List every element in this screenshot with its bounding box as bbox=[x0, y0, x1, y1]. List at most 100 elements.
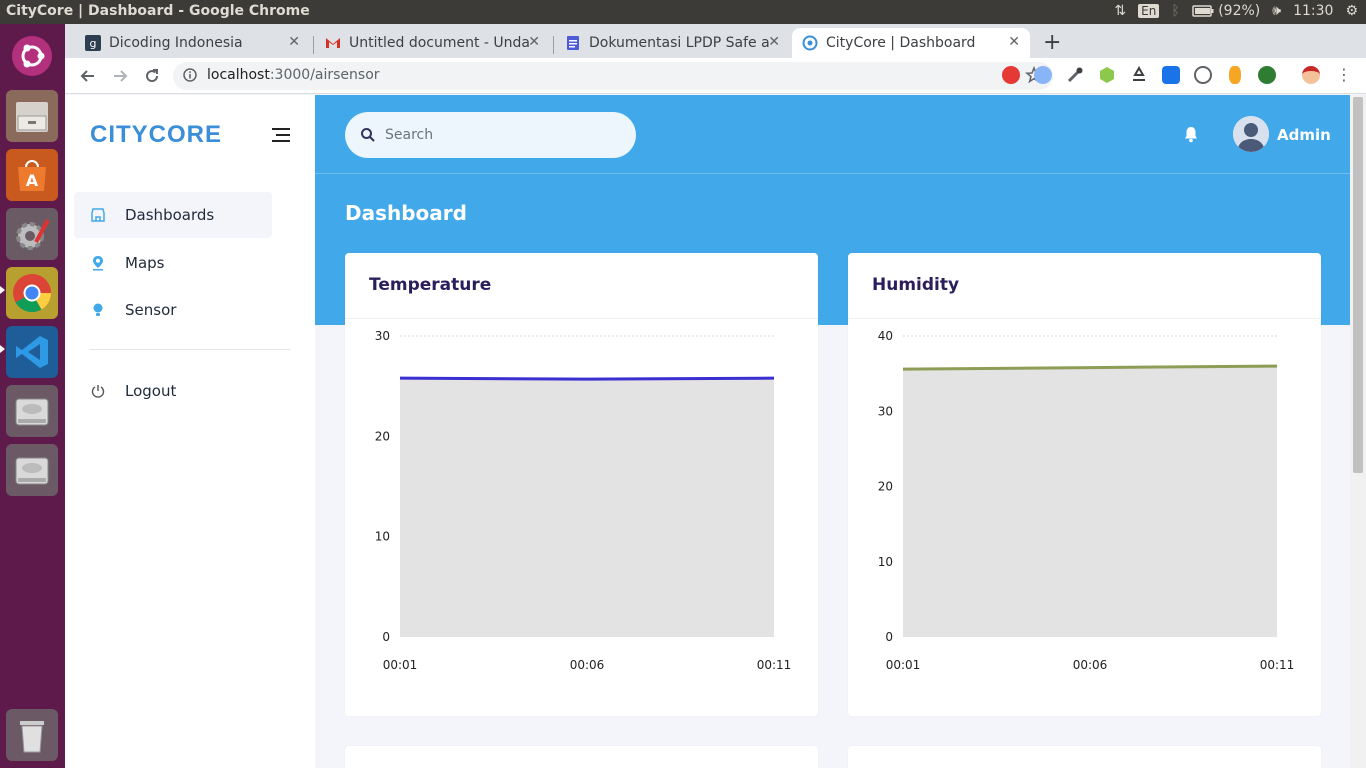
tab-citycore[interactable]: CityCore | Dashboard ✕ bbox=[792, 28, 1030, 58]
extension-icon[interactable] bbox=[1258, 66, 1276, 84]
chrome-icon[interactable] bbox=[6, 267, 58, 319]
extension-icon[interactable] bbox=[1002, 66, 1020, 84]
drive-icon[interactable] bbox=[6, 444, 58, 496]
x-tick-label: 00:01 bbox=[886, 658, 921, 672]
battery-indicator[interactable]: (92%) bbox=[1192, 3, 1260, 19]
bell-icon[interactable] bbox=[1183, 126, 1199, 147]
hamburger-menu-icon[interactable] bbox=[272, 128, 290, 146]
url-path: :3000/airsensor bbox=[269, 67, 380, 83]
tab-label: Dicoding Indonesia bbox=[109, 35, 243, 51]
eyedropper-icon[interactable] bbox=[1066, 66, 1084, 84]
y-tick-label: 30 bbox=[375, 329, 390, 343]
sidebar-item-maps[interactable]: Maps bbox=[74, 240, 272, 286]
url-text: localhost:3000/airsensor bbox=[207, 67, 380, 83]
recycle-icon[interactable] bbox=[1130, 65, 1148, 84]
back-icon[interactable] bbox=[77, 65, 99, 87]
running-indicator bbox=[0, 345, 5, 353]
reload-icon[interactable] bbox=[141, 65, 163, 87]
web-page: CITYCORE Dashboards Maps Sensor Logout S… bbox=[65, 95, 1350, 768]
system-settings-icon[interactable] bbox=[6, 208, 58, 260]
bluetooth-icon[interactable]: ᛒ bbox=[1171, 3, 1179, 19]
card-title: Temperature bbox=[369, 275, 492, 295]
forward-icon[interactable] bbox=[109, 65, 131, 87]
page-title: Dashboard bbox=[345, 201, 467, 225]
series-area bbox=[400, 378, 774, 637]
search-input[interactable] bbox=[385, 124, 615, 146]
series-area bbox=[903, 366, 1277, 637]
sidebar-item-dashboards[interactable]: Dashboards bbox=[74, 192, 272, 238]
svg-text:g: g bbox=[90, 37, 97, 50]
extension-icon[interactable] bbox=[1034, 66, 1052, 84]
info-icon[interactable] bbox=[183, 68, 197, 86]
y-tick-label: 0 bbox=[382, 630, 390, 644]
tab-docs[interactable]: Dokumentasi LPDP Safe a ✕ bbox=[555, 28, 790, 58]
card-partial bbox=[345, 746, 818, 768]
temperature-card: Temperature 0 10 20 30 00:01 00:06 00:11 bbox=[345, 253, 818, 716]
browser-tabstrip: g Dicoding Indonesia ✕ Untitled document… bbox=[65, 24, 1366, 58]
system-tray: ⇅ En ᛒ (92%) 🕪 11:30 ⚙ bbox=[1114, 3, 1358, 19]
sidebar-item-label: Maps bbox=[125, 254, 165, 272]
avatar[interactable] bbox=[1233, 116, 1269, 152]
vscode-icon[interactable] bbox=[6, 326, 58, 378]
card-title: Humidity bbox=[872, 275, 960, 295]
user-icon bbox=[1233, 116, 1269, 152]
chat-icon[interactable] bbox=[1194, 66, 1212, 84]
extension-icon[interactable] bbox=[1162, 66, 1180, 84]
sidebar: CITYCORE Dashboards Maps Sensor Logout bbox=[65, 95, 315, 768]
y-tick-label: 10 bbox=[375, 530, 390, 544]
window-title: CityCore | Dashboard - Google Chrome bbox=[6, 3, 310, 19]
y-tick-label: 20 bbox=[878, 480, 893, 494]
logout-label: Logout bbox=[125, 382, 177, 400]
extension-icon[interactable] bbox=[1229, 66, 1241, 84]
volume-icon[interactable]: 🕪 bbox=[1272, 3, 1281, 19]
y-tick-label: 30 bbox=[878, 404, 893, 418]
settings-gear-icon[interactable]: ⚙ bbox=[1345, 3, 1358, 19]
browser-toolbar: localhost:3000/airsensor ⋮ bbox=[65, 58, 1366, 94]
close-icon[interactable]: ✕ bbox=[768, 34, 780, 50]
page-scrollbar[interactable] bbox=[1350, 95, 1366, 768]
close-icon[interactable]: ✕ bbox=[288, 34, 300, 50]
tab-dicoding[interactable]: g Dicoding Indonesia ✕ bbox=[75, 28, 310, 58]
ubuntu-dash-icon[interactable] bbox=[6, 30, 58, 82]
x-tick-label: 00:01 bbox=[383, 658, 418, 672]
docs-icon bbox=[565, 35, 581, 51]
url-host: localhost bbox=[207, 67, 270, 83]
close-icon[interactable]: ✕ bbox=[528, 34, 540, 50]
trash-icon[interactable] bbox=[6, 709, 58, 761]
citycore-logo[interactable]: CITYCORE bbox=[90, 121, 222, 149]
address-bar[interactable]: localhost:3000/airsensor bbox=[173, 62, 1053, 90]
user-name[interactable]: Admin bbox=[1277, 126, 1331, 144]
software-center-icon[interactable]: A bbox=[6, 149, 58, 201]
y-tick-label: 10 bbox=[878, 555, 893, 569]
x-tick-label: 00:11 bbox=[757, 658, 792, 672]
humidity-card: Humidity 0 10 20 30 40 00:01 00:06 00:11 bbox=[848, 253, 1321, 716]
sidebar-item-sensor[interactable]: Sensor bbox=[74, 287, 272, 333]
search-box[interactable] bbox=[345, 112, 636, 158]
files-icon[interactable] bbox=[6, 90, 58, 142]
y-tick-label: 0 bbox=[885, 630, 893, 644]
menu-icon[interactable]: ⋮ bbox=[1335, 66, 1353, 84]
scrollbar-thumb[interactable] bbox=[1353, 97, 1363, 473]
tab-gmail[interactable]: Untitled document - Unda ✕ bbox=[315, 28, 550, 58]
logout-button[interactable]: Logout bbox=[74, 368, 272, 414]
new-tab-button[interactable]: + bbox=[1043, 30, 1061, 55]
os-top-panel: CityCore | Dashboard - Google Chrome ⇅ E… bbox=[0, 0, 1366, 24]
sidebar-item-label: Sensor bbox=[125, 301, 177, 319]
bulb-icon bbox=[89, 302, 107, 318]
nodejs-icon[interactable] bbox=[1098, 66, 1116, 84]
search-icon bbox=[360, 127, 376, 147]
drive-icon[interactable] bbox=[6, 385, 58, 437]
clock[interactable]: 11:30 bbox=[1293, 3, 1333, 19]
main-content: Admin Dashboard Temperature 0 10 20 30 00:01… bbox=[315, 95, 1350, 768]
x-tick-label: 00:06 bbox=[1073, 658, 1108, 672]
divider bbox=[315, 173, 1350, 174]
card-partial bbox=[848, 746, 1321, 768]
keyboard-layout[interactable]: En bbox=[1138, 4, 1160, 18]
close-icon[interactable]: ✕ bbox=[1008, 34, 1020, 50]
running-indicator bbox=[0, 286, 5, 294]
profile-avatar[interactable] bbox=[1302, 66, 1320, 84]
x-tick-label: 00:11 bbox=[1260, 658, 1295, 672]
series-line bbox=[399, 376, 775, 381]
network-icon[interactable]: ⇅ bbox=[1114, 3, 1126, 19]
citycore-icon bbox=[802, 35, 818, 51]
